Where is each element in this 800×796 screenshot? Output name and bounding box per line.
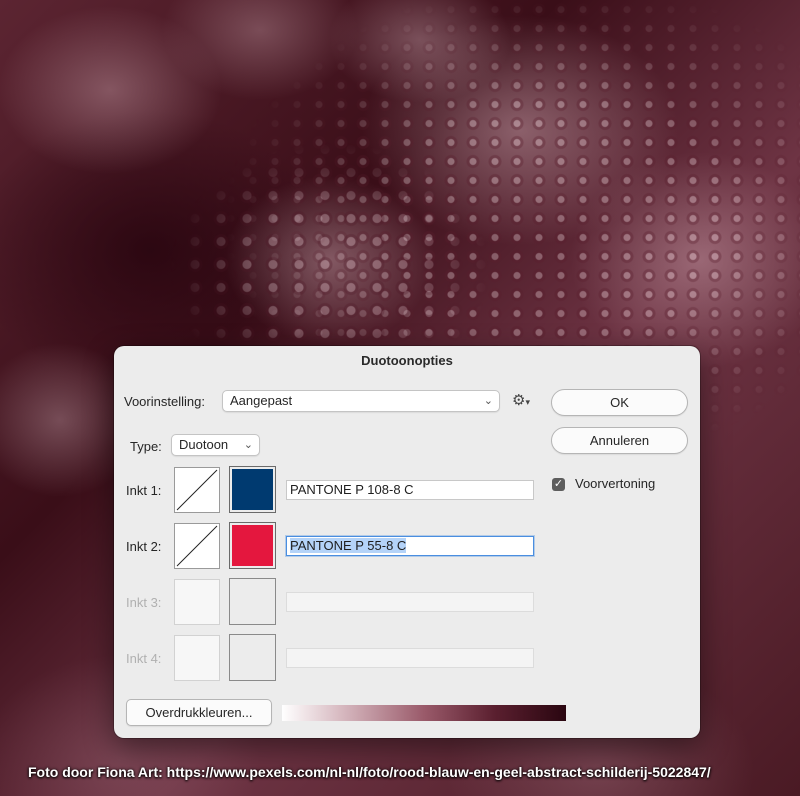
ink-3-label: Inkt 3: xyxy=(126,595,162,610)
ink-4-label: Inkt 4: xyxy=(126,651,162,666)
type-select[interactable]: Duotoon ⌄ xyxy=(171,434,260,456)
chevron-down-icon: ⌄ xyxy=(483,395,493,407)
preset-select[interactable]: Aangepast ⌄ xyxy=(222,390,500,412)
duotone-gradient-ramp xyxy=(282,705,566,721)
chevron-down-icon: ⌄ xyxy=(243,439,253,451)
ink-2-name-selection: PANTONE P 55-8 C xyxy=(290,538,407,553)
cancel-button[interactable]: Annuleren xyxy=(551,427,688,454)
preset-label: Voorinstelling: xyxy=(124,394,205,409)
ink-1-curve-button[interactable] xyxy=(174,467,220,513)
curve-icon xyxy=(176,469,218,511)
ink-2-label: Inkt 2: xyxy=(126,539,162,554)
preview-label: Voorvertoning xyxy=(575,476,656,491)
dialog-title: Duotoonopties xyxy=(361,353,453,368)
ink-3-curve-button xyxy=(174,579,220,625)
preset-value: Aangepast xyxy=(230,393,293,408)
ink-3-name-field xyxy=(286,592,534,612)
ink-1-name-field[interactable]: PANTONE P 108-8 C xyxy=(286,480,534,500)
duotone-options-dialog: Duotoonopties Voorinstelling: Aangepast … xyxy=(114,346,700,738)
ink-3-color-swatch xyxy=(229,578,276,625)
type-value: Duotoon xyxy=(179,437,229,452)
ink-4-color-swatch xyxy=(229,634,276,681)
ink-2-color-swatch[interactable] xyxy=(229,522,276,569)
curve-icon xyxy=(176,525,218,567)
ink-2-name-field[interactable]: PANTONE P 55-8 C xyxy=(286,536,534,556)
ok-button[interactable]: OK xyxy=(551,389,688,416)
preview-checkbox[interactable]: ✓ xyxy=(552,478,565,491)
ink-2-curve-button[interactable] xyxy=(174,523,220,569)
ink-1-color-fill xyxy=(232,469,273,510)
ink-4-name-field xyxy=(286,648,534,668)
ink-1-color-swatch[interactable] xyxy=(229,466,276,513)
gear-icon[interactable]: ⚙▾ xyxy=(512,393,534,409)
ink-4-curve-button xyxy=(174,635,220,681)
overprint-colors-button[interactable]: Overdrukkleuren... xyxy=(126,699,272,726)
photo-credit: Foto door Fiona Art: https://www.pexels.… xyxy=(28,764,711,780)
type-label: Type: xyxy=(130,439,162,454)
ink-2-color-fill xyxy=(232,525,273,566)
ink-1-label: Inkt 1: xyxy=(126,483,162,498)
